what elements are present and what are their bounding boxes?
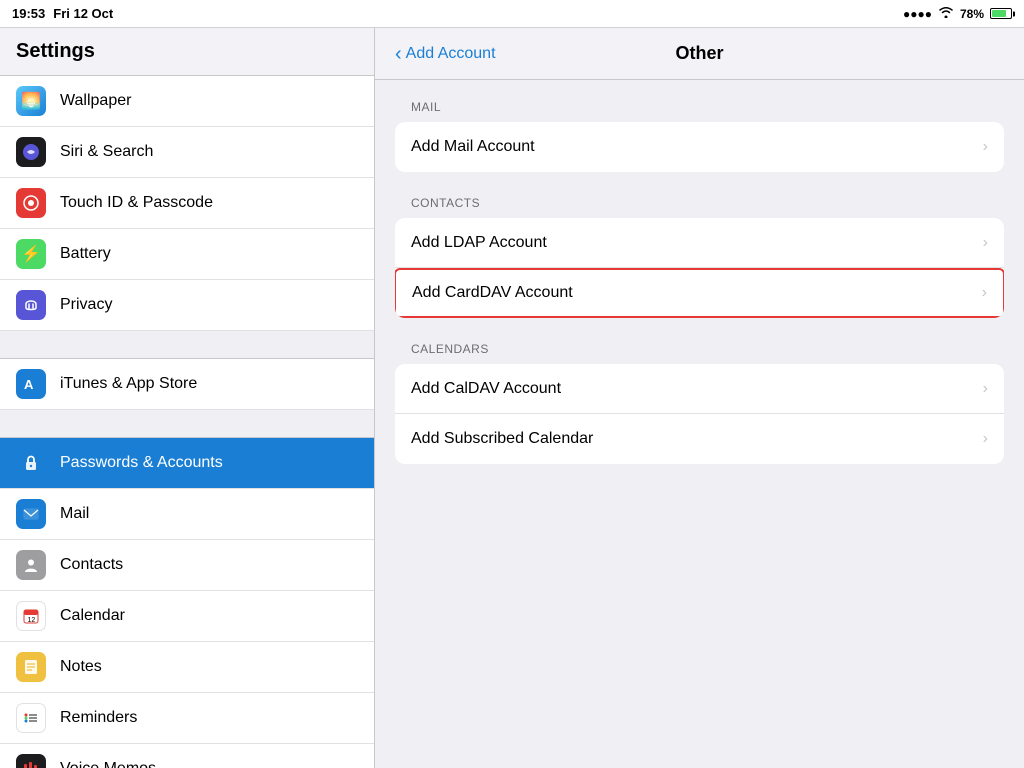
chevron-icon: › — [982, 284, 987, 302]
sidebar-item-appstore[interactable]: A iTunes & App Store — [0, 359, 374, 410]
list-row-add-mail[interactable]: Add Mail Account › — [395, 122, 1004, 172]
signal-icon: ●●●● — [903, 7, 932, 21]
wifi-icon — [938, 6, 954, 21]
sidebar-item-passwords[interactable]: Passwords & Accounts — [0, 438, 374, 489]
sidebar-item-voicememos[interactable]: Voice Memos — [0, 744, 374, 768]
sidebar-item-wallpaper[interactable]: 🌅 Wallpaper — [0, 76, 374, 127]
sidebar-item-contacts[interactable]: Contacts — [0, 540, 374, 591]
chevron-icon: › — [983, 380, 988, 398]
main-layout: Settings 🌅 Wallpaper Siri & Search Touch… — [0, 28, 1024, 768]
right-header: ‹ Add Account Other — [375, 28, 1024, 80]
status-bar: 19:53 Fri 12 Oct ●●●● 78% — [0, 0, 1024, 28]
battery-percentage: 78% — [960, 7, 984, 21]
sidebar-title: Settings — [0, 28, 374, 76]
list-row-add-caldav[interactable]: Add CalDAV Account › — [395, 364, 1004, 414]
sidebar-item-siri[interactable]: Siri & Search — [0, 127, 374, 178]
section-label-mail: MAIL — [395, 100, 1004, 114]
back-chevron-icon: ‹ — [395, 44, 402, 64]
svg-text:12: 12 — [28, 617, 36, 624]
sidebar-item-notes[interactable]: Notes — [0, 642, 374, 693]
battery-icon — [990, 8, 1012, 19]
chevron-icon: › — [983, 138, 988, 156]
sidebar-item-mail[interactable]: Mail — [0, 489, 374, 540]
right-panel-title: Other — [675, 43, 723, 64]
contacts-icon — [16, 550, 46, 580]
privacy-icon — [16, 290, 46, 320]
battery-sidebar-icon: ⚡ — [16, 239, 46, 269]
status-time: 19:53 — [12, 6, 45, 21]
section-calendars: CALENDARS Add CalDAV Account › Add Subsc… — [395, 342, 1004, 464]
sidebar-item-calendar[interactable]: 12 Calendar — [0, 591, 374, 642]
chevron-icon: › — [983, 234, 988, 252]
voicememos-icon — [16, 754, 46, 768]
section-group-calendars: Add CalDAV Account › Add Subscribed Cale… — [395, 364, 1004, 464]
section-label-contacts: CONTACTS — [395, 196, 1004, 210]
siri-icon — [16, 137, 46, 167]
sidebar-item-reminders[interactable]: Reminders — [0, 693, 374, 744]
sidebar-item-touchid[interactable]: Touch ID & Passcode — [0, 178, 374, 229]
back-label: Add Account — [406, 45, 496, 63]
sidebar-separator-2 — [0, 410, 374, 438]
section-group-contacts: Add LDAP Account › Add CardDAV Account › — [395, 218, 1004, 318]
section-contacts: CONTACTS Add LDAP Account › Add CardDAV … — [395, 196, 1004, 318]
sidebar-separator-1 — [0, 331, 374, 359]
back-button[interactable]: ‹ Add Account — [395, 44, 496, 64]
section-group-mail: Add Mail Account › — [395, 122, 1004, 172]
right-content: MAIL Add Mail Account › CONTACTS Add LDA… — [375, 80, 1024, 768]
list-row-add-ldap[interactable]: Add LDAP Account › — [395, 218, 1004, 268]
right-panel: ‹ Add Account Other MAIL Add Mail Accoun… — [375, 28, 1024, 768]
notes-icon — [16, 652, 46, 682]
reminders-icon — [16, 703, 46, 733]
passwords-icon — [16, 448, 46, 478]
section-mail: MAIL Add Mail Account › — [395, 100, 1004, 172]
appstore-icon: A — [16, 369, 46, 399]
status-date: Fri 12 Oct — [53, 6, 113, 21]
sidebar-item-privacy[interactable]: Privacy — [0, 280, 374, 331]
touchid-icon — [16, 188, 46, 218]
wallpaper-icon: 🌅 — [16, 86, 46, 116]
sidebar-list: 🌅 Wallpaper Siri & Search Touch ID & Pas… — [0, 76, 374, 768]
section-label-calendars: CALENDARS — [395, 342, 1004, 356]
svg-text:A: A — [24, 377, 34, 392]
mail-icon — [16, 499, 46, 529]
chevron-icon: › — [983, 430, 988, 448]
calendar-icon: 12 — [16, 601, 46, 631]
sidebar: Settings 🌅 Wallpaper Siri & Search Touch… — [0, 28, 375, 768]
list-row-add-subscribed[interactable]: Add Subscribed Calendar › — [395, 414, 1004, 464]
list-row-add-carddav[interactable]: Add CardDAV Account › — [395, 268, 1004, 318]
sidebar-item-battery[interactable]: ⚡ Battery — [0, 229, 374, 280]
